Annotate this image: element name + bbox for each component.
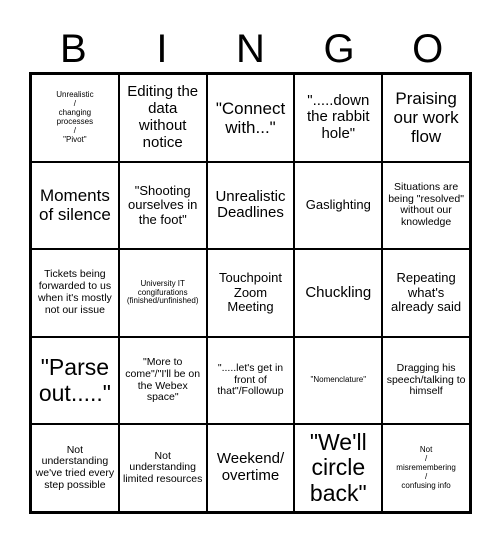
bingo-cell-text: "Nomenclature" (310, 375, 367, 385)
bingo-cell[interactable]: "Shooting ourselves in the foot" (118, 161, 207, 250)
bingo-cell-text: "We'll circle back" (309, 428, 367, 507)
bingo-cell-text: Not understanding limited resources (123, 449, 203, 486)
bingo-cell[interactable]: Dragging his speech/talking to himself (382, 336, 470, 425)
bingo-cell-text: Tickets being forwarded to us when it's … (38, 268, 112, 316)
bingo-cell-text: Editing the data without notice (127, 83, 199, 151)
bingo-cell-text: ".....let's get in front of that"/Follow… (217, 361, 284, 398)
bingo-cell[interactable]: ".....let's get in front of that"/Follow… (206, 336, 295, 425)
bingo-cell[interactable]: University IT congifurations (finished/u… (118, 249, 207, 337)
bingo-cell[interactable]: Moments of silence (31, 161, 119, 250)
bingo-cell[interactable]: Repeating what's already said (382, 249, 470, 337)
bingo-cell[interactable]: "We'll circle back" (294, 424, 383, 512)
bingo-cell-text: Repeating what's already said (391, 270, 462, 315)
bingo-cell[interactable]: ".....down the rabbit hole" (294, 74, 383, 162)
bingo-cell-text: Chuckling (305, 283, 372, 301)
bingo-cell[interactable]: Situations are being "resolved" without … (382, 161, 470, 250)
bingo-cell[interactable]: Weekend/ overtime (206, 424, 295, 512)
header-letter-n: N (236, 27, 265, 71)
bingo-cell-text: "Connect with..." (215, 98, 286, 137)
bingo-cell-text: Touchpoint Zoom Meeting (219, 270, 282, 315)
header-letter-i: I (156, 27, 168, 71)
bingo-cell-text: Praising our work flow (393, 89, 459, 147)
bingo-cell-text: Not understanding we've tried every step… (35, 443, 115, 491)
bingo-cell-text: Weekend/ overtime (216, 450, 285, 485)
bingo-cell[interactable]: Praising our work flow (382, 74, 470, 162)
bingo-cell-text: Unrealistic / changing processes / "Pivo… (56, 89, 94, 144)
header-letter-b: B (59, 27, 87, 71)
bingo-cell[interactable]: "More to come"/"I'll be on the Webex spa… (118, 336, 207, 425)
bingo-cell[interactable]: Not understanding we've tried every step… (31, 424, 119, 512)
bingo-cell-text: "Parse out....." (38, 353, 111, 406)
bingo-cell-text: University IT congifurations (finished/u… (126, 278, 199, 306)
bingo-cell[interactable]: Chuckling (294, 249, 383, 337)
bingo-header: B I N G O (29, 26, 472, 72)
bingo-cell[interactable]: Unrealistic / changing processes / "Pivo… (31, 74, 119, 162)
bingo-cell-text: Dragging his speech/talking to himself (386, 361, 466, 398)
bingo-cell[interactable]: Unrealistic Deadlines (206, 161, 295, 250)
bingo-cell[interactable]: "Nomenclature" (294, 336, 383, 425)
bingo-cell[interactable]: Gaslighting (294, 161, 383, 250)
header-letter-g: G (323, 27, 355, 71)
bingo-cell[interactable]: Not understanding limited resources (118, 424, 207, 512)
bingo-cell-text: "More to come"/"I'll be on the Webex spa… (125, 356, 201, 404)
bingo-cell-text: Moments of silence (38, 186, 111, 225)
bingo-cell-text: Situations are being "resolved" without … (388, 180, 464, 229)
bingo-cell[interactable]: Not / misremembering / confusing info (382, 424, 470, 512)
bingo-cell[interactable]: Editing the data without notice (118, 74, 207, 162)
bingo-cell-text: "Shooting ourselves in the foot" (128, 182, 198, 227)
bingo-cell[interactable]: "Parse out....." (31, 336, 119, 425)
bingo-cell-text: ".....down the rabbit hole" (307, 91, 370, 143)
bingo-cell[interactable]: Touchpoint Zoom Meeting (206, 249, 295, 337)
bingo-cell-text: Gaslighting (305, 197, 371, 213)
bingo-cell[interactable]: "Connect with..." (206, 74, 295, 162)
header-letter-o: O (412, 27, 444, 71)
bingo-cell[interactable]: Tickets being forwarded to us when it's … (31, 249, 119, 337)
bingo-grid: Unrealistic / changing processes / "Pivo… (29, 72, 472, 514)
bingo-cell-text: Not / misremembering / confusing info (396, 444, 456, 490)
bingo-cell-text: Unrealistic Deadlines (215, 187, 286, 222)
